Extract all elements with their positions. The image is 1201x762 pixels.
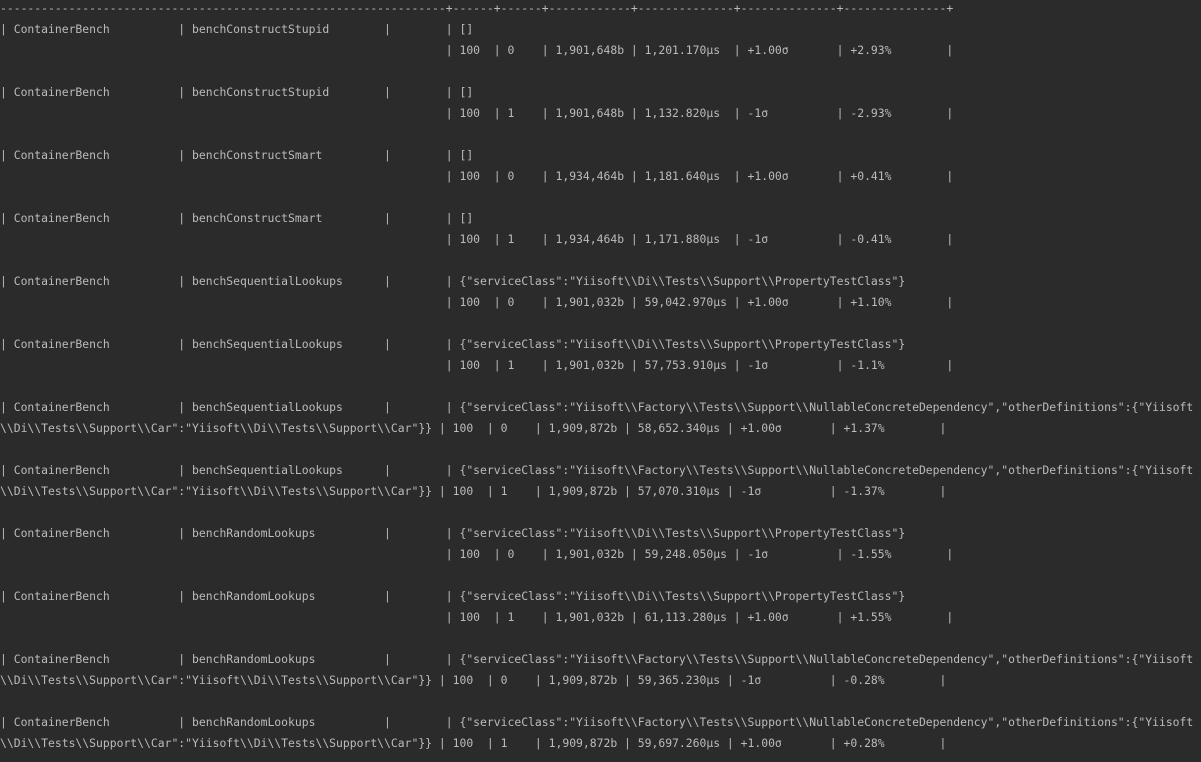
- table-row-values: | 100 | 0 | 1,901,648b | 1,201.170µs | +…: [0, 43, 954, 57]
- table-row-header: | ContainerBench | benchConstructSmart |…: [0, 148, 474, 162]
- table-row-header: | ContainerBench | benchSequentialLookup…: [0, 463, 1194, 477]
- table-row-values: | 100 | 1 | 1,901,032b | 61,113.280µs | …: [0, 610, 954, 624]
- table-row-header: | ContainerBench | benchRandomLookups | …: [0, 589, 906, 603]
- table-row-header: | ContainerBench | benchRandomLookups | …: [0, 715, 1194, 729]
- table-row-values: | 100 | 0 | 1,934,464b | 1,181.640µs | +…: [0, 169, 954, 183]
- table-row-values: | 100 | 1 | 1,934,464b | 1,171.880µs | -…: [0, 232, 954, 246]
- table-row-header: | ContainerBench | benchRandomLookups | …: [0, 526, 906, 540]
- table-border-line: ----------------------------------------…: [0, 1, 954, 15]
- table-row-header: | ContainerBench | benchRandomLookups | …: [0, 652, 1194, 666]
- table-row-values: | 100 | 1 | 1,901,032b | 57,753.910µs | …: [0, 358, 954, 372]
- table-row-values: \\Di\\Tests\\Support\\Car":"Yiisoft\\Di\…: [0, 673, 947, 687]
- table-row-values: | 100 | 1 | 1,901,648b | 1,132.820µs | -…: [0, 106, 954, 120]
- table-row-values: \\Di\\Tests\\Support\\Car":"Yiisoft\\Di\…: [0, 736, 947, 750]
- table-row-values: | 100 | 0 | 1,901,032b | 59,042.970µs | …: [0, 295, 954, 309]
- table-row-header: | ContainerBench | benchSequentialLookup…: [0, 400, 1194, 414]
- table-row-values: | 100 | 0 | 1,901,032b | 59,248.050µs | …: [0, 547, 954, 561]
- table-row-values: \\Di\\Tests\\Support\\Car":"Yiisoft\\Di\…: [0, 421, 947, 435]
- terminal-output: ----------------------------------------…: [0, 0, 1201, 762]
- table-row-header: | ContainerBench | benchSequentialLookup…: [0, 337, 906, 351]
- table-row-header: | ContainerBench | benchConstructStupid …: [0, 85, 474, 99]
- table-row-header: | ContainerBench | benchConstructStupid …: [0, 22, 474, 36]
- table-row-header: | ContainerBench | benchConstructSmart |…: [0, 211, 474, 225]
- table-row-values: \\Di\\Tests\\Support\\Car":"Yiisoft\\Di\…: [0, 484, 947, 498]
- table-row-header: | ContainerBench | benchSequentialLookup…: [0, 274, 906, 288]
